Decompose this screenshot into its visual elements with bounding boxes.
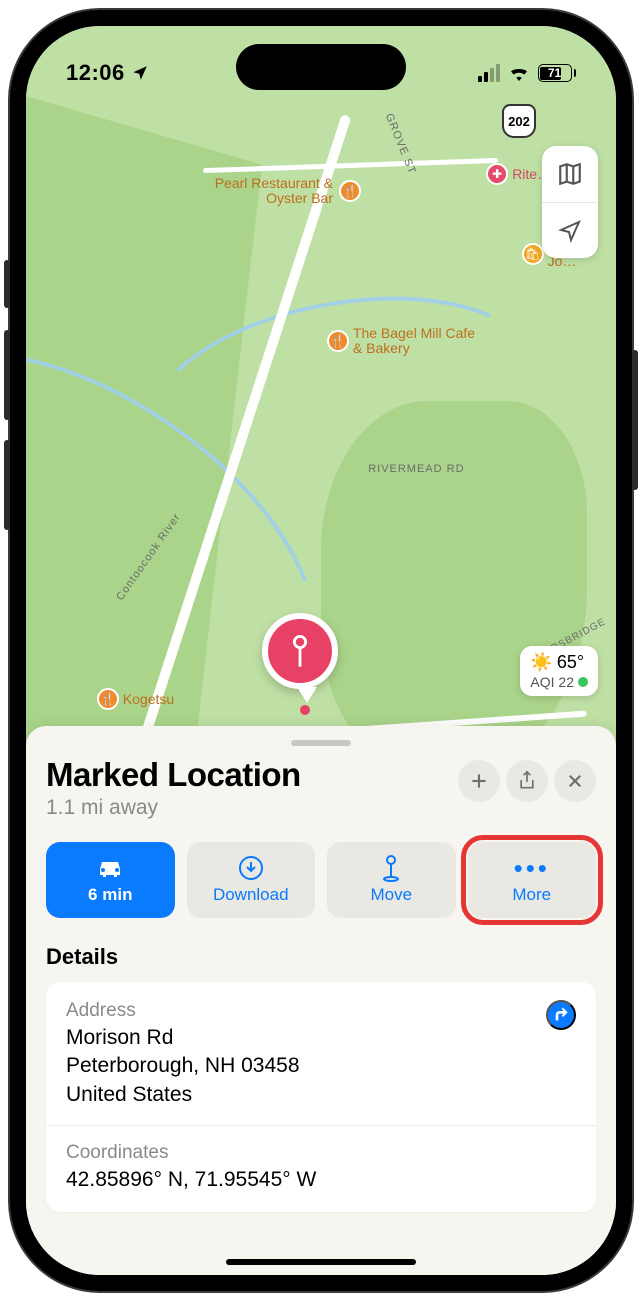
weather-badge[interactable]: ☀️ 65° AQI 22 — [520, 646, 598, 696]
road-label: RIVERMEAD RD — [368, 463, 464, 475]
location-services-icon — [131, 64, 149, 82]
download-button[interactable]: Download — [187, 842, 316, 918]
place-subtitle: 1.1 mi away — [46, 796, 301, 820]
volume-up-button — [4, 330, 10, 420]
aqi-label: AQI 22 — [530, 674, 574, 691]
details-card: Address Morison Rd Peterborough, NH 0345… — [46, 982, 596, 1212]
car-icon — [95, 855, 125, 881]
move-pin-button[interactable]: Move — [327, 842, 456, 918]
phone-frame: 12:06 71 — [10, 10, 632, 1291]
map-mode-button[interactable] — [542, 146, 598, 202]
address-value: Morison Rd Peterborough, NH 03458 United… — [66, 1024, 300, 1109]
drive-time-label: 6 min — [88, 885, 132, 905]
coordinates-value: 42.85896° N, 71.95545° W — [66, 1166, 576, 1194]
directions-button[interactable]: 6 min — [46, 842, 175, 918]
battery-indicator: 71 — [538, 64, 577, 82]
close-button[interactable] — [554, 760, 596, 802]
dropped-pin-marker[interactable] — [262, 613, 338, 689]
status-time: 12:06 — [66, 60, 149, 86]
coordinates-label: Coordinates — [66, 1142, 576, 1164]
address-directions-button[interactable] — [546, 1000, 576, 1030]
wifi-icon — [508, 65, 530, 81]
route-shield: 202 — [502, 104, 536, 138]
restaurant-icon: 🍴 — [339, 180, 361, 202]
divider — [46, 1125, 596, 1126]
screen: 12:06 71 — [26, 26, 616, 1275]
action-row: 6 min Download Move ••• — [46, 842, 596, 918]
poi-pearl[interactable]: Pearl Restaurant & Oyster Bar 🍴 — [203, 176, 361, 207]
place-title: Marked Location — [46, 756, 301, 794]
map-controls — [542, 146, 598, 258]
cellular-signal-icon — [478, 64, 500, 82]
locate-me-button[interactable] — [542, 202, 598, 258]
turn-arrow-icon — [553, 1007, 569, 1023]
download-icon — [238, 855, 264, 881]
pharmacy-icon: ✚ — [486, 163, 508, 185]
poi-bagel[interactable]: 🍴 The Bagel Mill Cafe & Bakery — [327, 326, 483, 357]
share-icon — [517, 770, 537, 792]
pin-tail — [297, 687, 317, 703]
poi-kogetsu[interactable]: 🍴 Kogetsu — [97, 688, 174, 710]
address-label: Address — [66, 1000, 300, 1022]
map-icon — [557, 161, 583, 187]
pin-point — [300, 705, 310, 715]
place-sheet: Marked Location 1.1 mi away — [26, 726, 616, 1275]
volume-down-button — [4, 440, 10, 530]
location-arrow-icon — [558, 219, 582, 243]
share-button[interactable] — [506, 760, 548, 802]
power-button — [632, 350, 638, 490]
more-button-highlight: ••• More — [461, 835, 604, 925]
add-button[interactable] — [458, 760, 500, 802]
ellipsis-icon: ••• — [514, 855, 550, 881]
sun-icon: ☀️ — [530, 652, 552, 674]
side-button — [4, 260, 10, 308]
dynamic-island — [236, 44, 406, 90]
temperature-value: 65° — [557, 652, 584, 674]
details-heading: Details — [46, 944, 596, 970]
aqi-dot-icon — [578, 677, 588, 687]
more-button[interactable]: ••• More — [468, 842, 597, 918]
restaurant-icon: 🍴 — [327, 330, 349, 352]
home-indicator[interactable] — [226, 1259, 416, 1265]
shop-icon: 🛍 — [522, 243, 544, 265]
sheet-grabber[interactable] — [291, 740, 351, 746]
close-icon — [566, 772, 584, 790]
pin-icon — [286, 633, 314, 669]
plus-icon — [469, 771, 489, 791]
move-pin-icon — [380, 855, 402, 881]
restaurant-icon: 🍴 — [97, 688, 119, 710]
road-label: GROVE ST — [383, 112, 418, 177]
